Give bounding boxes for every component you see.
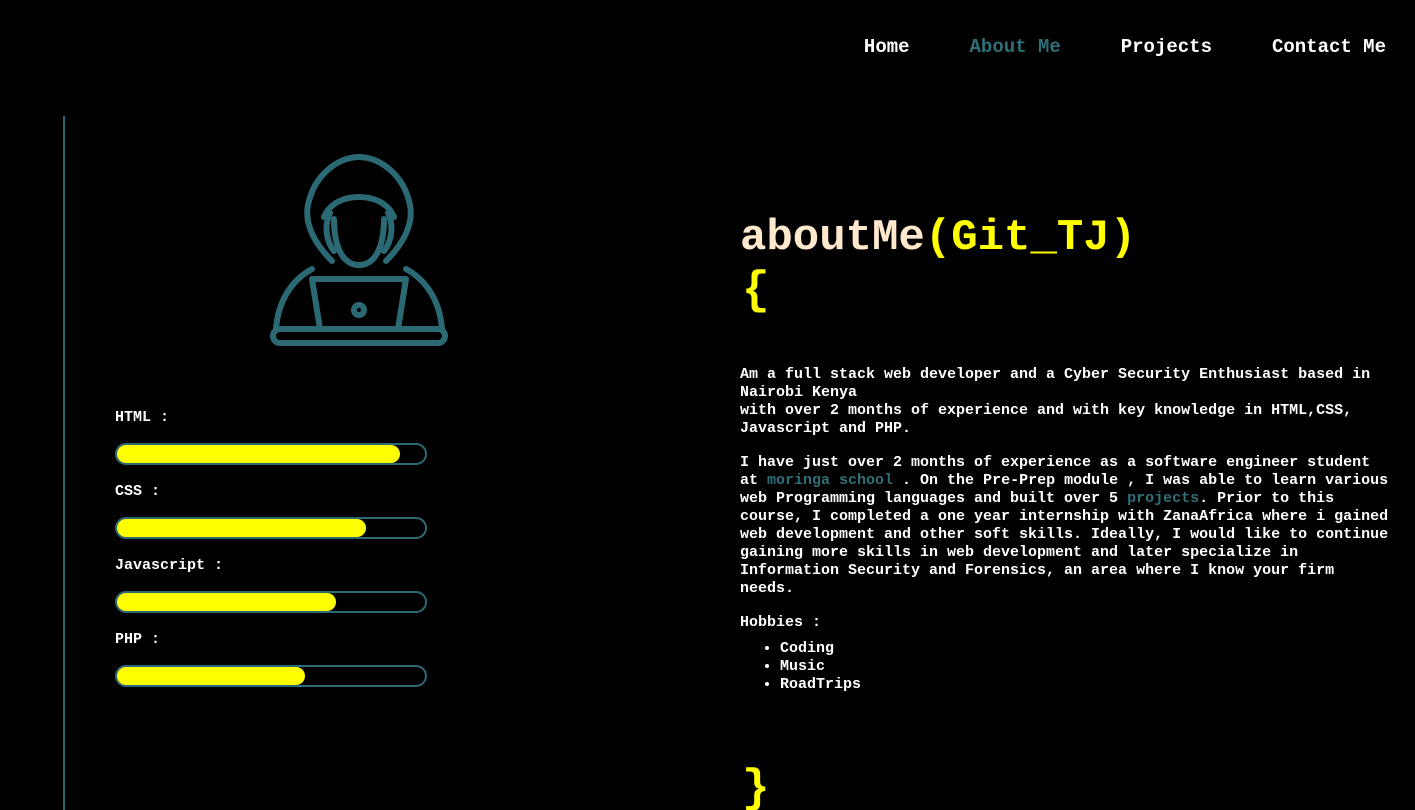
nav-link-about-me[interactable]: About Me	[970, 36, 1061, 58]
progress-fill	[117, 519, 367, 537]
projects-link[interactable]: projects	[1127, 490, 1199, 507]
vertical-divider	[63, 116, 65, 810]
experience-paragraph: I have just over 2 months of experience …	[740, 454, 1390, 598]
open-brace: {	[742, 265, 770, 317]
list-item: Music	[780, 658, 1390, 676]
intro-line-2: with over 2 months of experience and wit…	[740, 402, 1353, 437]
hobbies-label: Hobbies :	[740, 614, 822, 631]
progress-bar	[115, 517, 427, 539]
list-item: Coding	[780, 640, 1390, 658]
skill-label: CSS :	[115, 483, 161, 500]
heading-function-name: aboutMe	[740, 213, 925, 263]
nav-link-projects[interactable]: Projects	[1121, 36, 1212, 58]
nav-link-home[interactable]: Home	[864, 36, 910, 58]
skill-label: HTML :	[115, 409, 170, 426]
heading-argument: Git_TJ	[951, 213, 1110, 263]
close-brace: }	[742, 763, 770, 810]
progress-bar	[115, 665, 427, 687]
progress-fill	[117, 667, 305, 685]
intro-paragraph: Am a full stack web developer and a Cybe…	[740, 366, 1390, 438]
skill-css: CSS :	[115, 482, 427, 539]
skill-php: PHP :	[115, 630, 427, 687]
intro-line-1: Am a full stack web developer and a Cybe…	[740, 366, 1371, 401]
heading-close-paren: )	[1109, 213, 1137, 263]
progress-fill	[117, 445, 401, 463]
skill-label: Javascript :	[115, 557, 224, 574]
skill-label: PHP :	[115, 631, 161, 648]
list-item: RoadTrips	[780, 676, 1390, 694]
page-title: aboutMe(Git_TJ)	[740, 210, 1390, 266]
moringa-school-link[interactable]: moringa school	[767, 472, 893, 489]
about-text: Am a full stack web developer and a Cybe…	[740, 366, 1390, 694]
skill-html: HTML :	[115, 408, 427, 465]
nav-link-contact-me[interactable]: Contact Me	[1272, 36, 1386, 58]
about-section: aboutMe(Git_TJ) { Am a full stack web de…	[740, 210, 1390, 694]
hacker-laptop-icon	[270, 154, 448, 346]
heading-open-paren: (	[924, 213, 952, 263]
main-nav: Home About Me Projects Contact Me	[864, 36, 1386, 58]
progress-fill	[117, 593, 336, 611]
page: Home About Me Projects Contact Me HTML :	[0, 0, 1415, 810]
hobbies-list: Coding Music RoadTrips	[740, 640, 1390, 694]
skill-javascript: Javascript :	[115, 556, 427, 613]
progress-bar	[115, 443, 427, 465]
progress-bar	[115, 591, 427, 613]
skills-list: HTML : CSS : Javascript : PHP :	[115, 408, 427, 704]
